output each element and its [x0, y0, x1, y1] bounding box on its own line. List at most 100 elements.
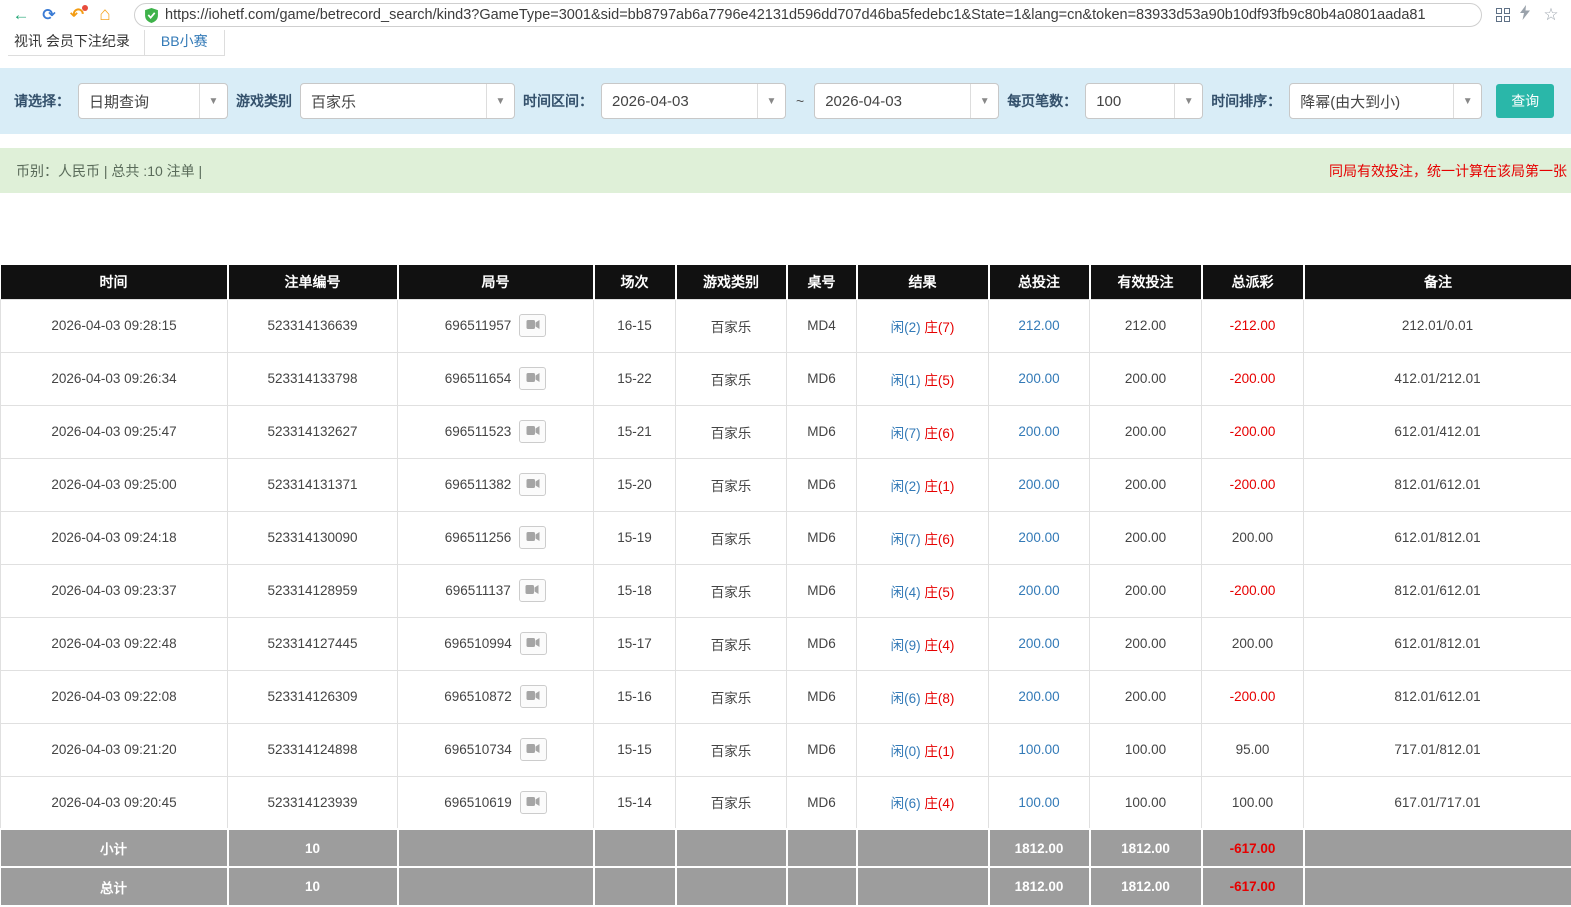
table-header: 时间 注单编号 局号 场次 游戏类别 桌号 结果 总投注 有效投注 总派彩 备注	[0, 265, 1571, 299]
cell-total-bet: 200.00	[988, 457, 1090, 512]
bookmark-star-icon[interactable]: ☆	[1539, 5, 1563, 25]
total-bet-link[interactable]: 200.00	[1018, 689, 1059, 704]
page-size-select[interactable]: 100 ▼	[1085, 83, 1204, 119]
select-type-label: 请选择：	[14, 93, 70, 109]
cell-remark: 812.01/612.01	[1303, 563, 1571, 618]
cell-table-no: MD6	[786, 510, 857, 565]
cell-result: 闲(9) 庄(4)	[856, 616, 989, 671]
round-number: 696510872	[444, 689, 512, 704]
column-header-result: 结果	[855, 265, 989, 299]
refresh-icon[interactable]: ⟳	[36, 3, 62, 27]
summary-payout: -617.00	[1200, 866, 1304, 905]
sort-order-select[interactable]: 降幂(由大到小) ▼	[1289, 83, 1483, 119]
summary-empty-cell	[396, 828, 594, 867]
summary-empty-cell	[592, 866, 676, 905]
video-replay-button[interactable]	[519, 685, 547, 708]
date-to-select[interactable]: 2026-04-03 ▼	[814, 83, 1000, 119]
cell-valid-bet: 200.00	[1089, 404, 1202, 459]
cell-total-bet: 100.00	[988, 722, 1090, 777]
video-replay-button[interactable]	[519, 738, 547, 761]
video-replay-button[interactable]	[519, 367, 547, 390]
total-bet-link[interactable]: 200.00	[1018, 371, 1059, 386]
result-banker: 庄(5)	[924, 584, 955, 600]
total-bet-link[interactable]: 200.00	[1018, 636, 1059, 651]
video-replay-button[interactable]	[519, 314, 547, 337]
apps-grid-icon[interactable]	[1496, 7, 1511, 23]
search-button[interactable]: 查询	[1496, 84, 1555, 118]
table-row: 2026-04-03 09:20:45 523314123939 696510619…	[0, 775, 1571, 830]
cell-valid-bet: 212.00	[1089, 298, 1202, 353]
table-row: 2026-04-03 09:23:37 523314128959 696511137…	[0, 563, 1571, 618]
cell-game-category: 百家乐	[675, 616, 787, 671]
table-row: 2026-04-03 09:26:34 523314133798 696511654…	[0, 351, 1571, 406]
summary-valid-bet: 1812.00	[1088, 866, 1202, 905]
result-player: 闲(7)	[890, 531, 921, 547]
summary-total-bet: 1812.00	[987, 828, 1090, 867]
summary-empty-cell	[674, 866, 787, 905]
cell-session: 15-18	[593, 563, 676, 618]
cell-result: 闲(7) 庄(6)	[856, 404, 989, 459]
cell-result: 闲(6) 庄(4)	[856, 775, 989, 830]
query-type-select[interactable]: 日期查询 ▼	[78, 83, 228, 119]
video-camera-icon	[526, 530, 540, 545]
browser-toolbar: ← ⟳ ↶ ⌂ https://iohetf.com/game/betrecor…	[0, 0, 1571, 30]
video-replay-button[interactable]	[519, 790, 547, 814]
result-player: 闲(0)	[890, 743, 921, 759]
round-number: 696511382	[444, 477, 512, 492]
cell-session: 15-20	[593, 457, 676, 512]
summary-empty-cell	[855, 866, 989, 905]
cell-table-no: MD6	[786, 669, 857, 724]
cell-remark: 412.01/212.01	[1303, 351, 1571, 406]
cell-table-no: MD6	[786, 775, 857, 830]
total-bet-link[interactable]: 100.00	[1018, 795, 1059, 810]
total-bet-link[interactable]: 200.00	[1018, 583, 1059, 598]
round-number: 696511957	[444, 318, 512, 333]
cell-bet-id: 523314133798	[227, 351, 398, 406]
game-category-select[interactable]: 百家乐 ▼	[300, 83, 515, 119]
video-replay-button[interactable]	[519, 526, 547, 549]
cell-round: 696511256	[397, 510, 594, 565]
cell-bet-id: 523314131371	[227, 457, 398, 512]
video-replay-button[interactable]	[519, 473, 547, 496]
cell-payout: -200.00	[1201, 351, 1304, 406]
cell-bet-id: 523314130090	[227, 510, 398, 565]
tab-bb-game[interactable]: BB小赛	[143, 30, 225, 55]
result-player: 闲(6)	[890, 796, 921, 812]
undo-icon[interactable]: ↶	[64, 3, 90, 27]
chevron-down-icon: ▼	[199, 84, 227, 118]
lightning-icon[interactable]	[1513, 5, 1537, 25]
total-bet-link[interactable]: 100.00	[1018, 742, 1059, 757]
summary-empty-cell	[396, 866, 594, 905]
back-icon[interactable]: ←	[8, 3, 34, 27]
cell-table-no: MD4	[786, 298, 857, 353]
game-category-value: 百家乐	[311, 93, 357, 111]
tab-bar: 视讯 会员下注纪录 BB小赛	[0, 30, 1571, 56]
total-bet-link[interactable]: 200.00	[1018, 424, 1059, 439]
date-from-select[interactable]: 2026-04-03 ▼	[601, 83, 786, 119]
cell-total-bet: 200.00	[988, 616, 1090, 671]
total-bet-link[interactable]: 212.00	[1018, 318, 1059, 333]
total-bet-link[interactable]: 200.00	[1018, 530, 1059, 545]
video-replay-button[interactable]	[519, 632, 547, 655]
cell-remark: 617.01/717.01	[1303, 775, 1571, 830]
cell-total-bet: 200.00	[988, 351, 1090, 406]
cell-total-bet: 212.00	[988, 298, 1090, 353]
cell-game-category: 百家乐	[675, 404, 787, 459]
cell-round: 696510619	[397, 775, 594, 830]
cell-remark: 812.01/612.01	[1303, 669, 1571, 724]
cell-game-category: 百家乐	[675, 510, 787, 565]
cell-payout: -212.00	[1201, 298, 1304, 353]
tab-bet-record[interactable]: 视讯 会员下注纪录	[8, 30, 144, 55]
column-header-payout: 总派彩	[1200, 265, 1304, 299]
video-replay-button[interactable]	[518, 579, 546, 602]
video-replay-button[interactable]	[519, 420, 547, 443]
cell-table-no: MD6	[786, 457, 857, 512]
video-camera-icon	[526, 636, 540, 651]
game-category-label: 游戏类别	[236, 93, 292, 109]
address-bar[interactable]: https://iohetf.com/game/betrecord_search…	[134, 3, 1482, 27]
total-bet-link[interactable]: 200.00	[1018, 477, 1059, 492]
home-icon[interactable]: ⌂	[92, 3, 118, 27]
round-number: 696511256	[444, 530, 512, 545]
video-camera-icon	[526, 371, 540, 386]
cell-session: 15-22	[593, 351, 676, 406]
